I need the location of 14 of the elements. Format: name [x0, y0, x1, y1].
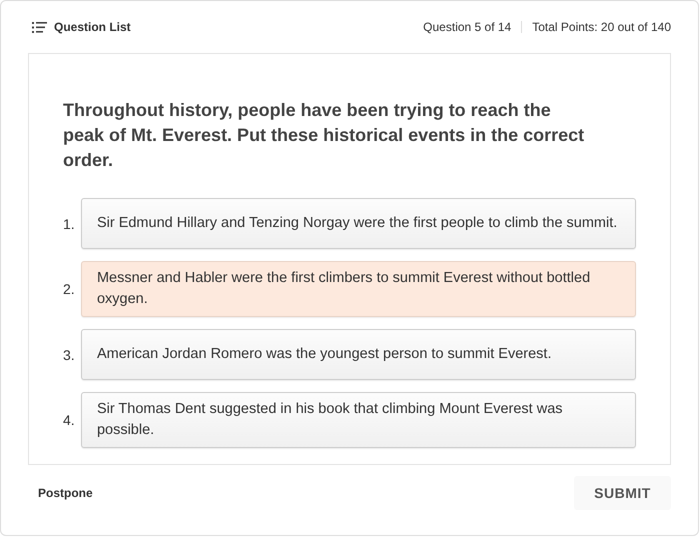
list-icon [32, 22, 47, 32]
answer-item[interactable]: Sir Edmund Hillary and Tenzing Norgay were the first people to climb the summit. [80, 198, 636, 249]
question-list-button[interactable]: Question List [28, 20, 131, 34]
answer-item[interactable]: Sir Thomas Dent suggested in his book that climbing Mount Everest was possible. [80, 392, 636, 448]
submit-button[interactable]: SUBMIT [574, 476, 671, 510]
answer-item[interactable]: American Jordan Romero was the youngest person to summit Everest. [80, 329, 636, 380]
question-text: Throughout history, people have been trying to reach the peak of Mt. Everest. Put these historical events in the correct order. [63, 99, 586, 172]
total-points: Total Points: 20 out of 140 [532, 20, 671, 34]
postpone-button[interactable]: Postpone [28, 486, 93, 500]
item-number: 2. [63, 281, 76, 297]
item-number: 1. [63, 216, 76, 232]
item-number: 4. [63, 412, 76, 428]
answer-item[interactable]: Messner and Habler were the first climbers to summit Everest without bottled oxygen. [80, 261, 636, 317]
item-number: 3. [63, 346, 76, 362]
